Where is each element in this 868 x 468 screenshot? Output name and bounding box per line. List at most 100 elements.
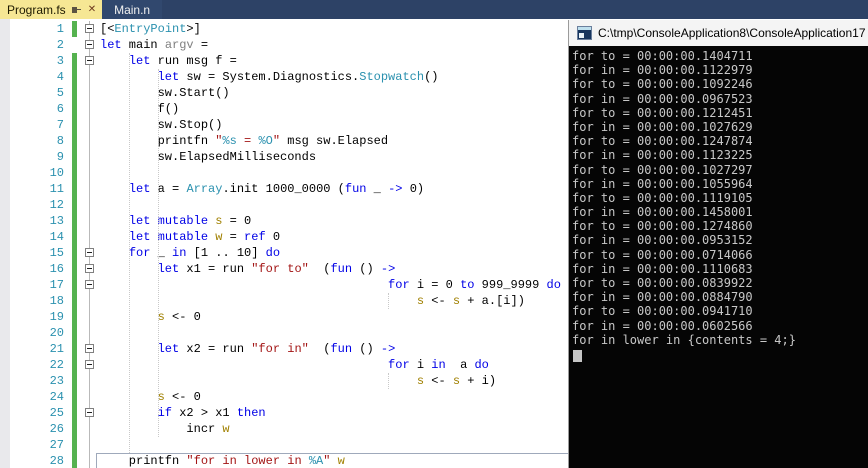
change-bar [72,229,77,245]
change-bar [72,373,77,389]
outline-margin [80,213,100,229]
console-line: for to = 00:00:00.0714066 [572,247,753,262]
console-line: for in = 00:00:00.0602566 [572,318,753,333]
ide-screen: Program.fs ✕ Main.n 1 [<EntryPoint>] 2 let … [0,0,868,468]
line-number: 12 [49,198,64,212]
outline-margin [80,341,100,357]
line-number: 13 [49,214,64,228]
collapse-icon[interactable] [85,408,94,417]
collapse-icon[interactable] [85,40,94,49]
line-number: 18 [49,294,64,308]
outline-margin [80,309,100,325]
line-number: 16 [49,262,64,276]
outline-margin [80,389,100,405]
outline-margin [80,245,100,261]
outline-margin [80,165,100,181]
outline-margin [80,53,100,69]
close-icon[interactable]: ✕ [88,4,96,15]
outline-margin [80,85,100,101]
collapse-icon[interactable] [85,264,94,273]
outline-margin [80,261,100,277]
console-window[interactable]: C:\tmp\ConsoleApplication8\ConsoleApplic… [568,20,868,468]
line-number: 6 [56,102,64,116]
outline-margin [80,101,100,117]
line-number: 11 [49,182,64,196]
outline-margin [80,405,100,421]
outline-margin [80,357,100,373]
console-title-bar[interactable]: C:\tmp\ConsoleApplication8\ConsoleApplic… [569,20,868,46]
tab-program-fs[interactable]: Program.fs ✕ [0,0,103,19]
console-line: for in = 00:00:00.1027629 [572,119,753,134]
change-bar [72,37,77,53]
console-line: for in = 00:00:00.0967523 [572,91,753,106]
console-cursor [573,349,582,362]
collapse-icon[interactable] [85,280,94,289]
outline-margin [80,69,100,85]
line-number: 23 [49,374,64,388]
console-line: for to = 00:00:00.1119105 [572,190,753,205]
outline-margin [80,181,100,197]
outline-margin [80,293,100,309]
console-line: for to = 00:00:00.0941710 [572,304,753,319]
console-line: for to = 00:00:00.1274860 [572,219,753,234]
line-number: 4 [56,70,64,84]
change-bar [72,181,77,197]
pin-icon[interactable] [71,5,82,15]
change-bar [72,277,77,293]
line-number: 20 [49,326,64,340]
line-number: 3 [56,54,64,68]
console-line: for in = 00:00:00.0884790 [572,290,753,305]
console-line: for in = 00:00:00.1055964 [572,176,753,191]
outline-margin [80,277,100,293]
outline-margin [80,453,100,468]
line-number: 17 [49,278,64,292]
tab-label: Program.fs [7,2,66,17]
line-number: 26 [49,422,64,436]
outline-margin [80,21,100,37]
collapse-icon[interactable] [85,360,94,369]
change-bar [72,261,77,277]
line-number: 22 [49,358,64,372]
outline-margin [80,133,100,149]
collapse-icon[interactable] [85,248,94,257]
console-line: for in lower in {contents = 4;} [572,332,796,347]
change-bar [72,357,77,373]
line-number: 8 [56,134,64,148]
change-bar [72,341,77,357]
change-bar [72,405,77,421]
line-number: 24 [49,390,64,404]
tab-bar: Program.fs ✕ Main.n [0,0,868,19]
outline-margin [80,37,100,53]
console-line: for to = 00:00:00.1092246 [572,77,753,92]
outline-margin [80,197,100,213]
line-number: 19 [49,310,64,324]
console-line: for in = 00:00:00.0953152 [572,233,753,248]
outline-margin [80,229,100,245]
change-bar [72,165,77,181]
change-bar [72,421,77,437]
change-bar [72,245,77,261]
change-bar [72,197,77,213]
change-bar [72,21,77,37]
collapse-icon[interactable] [85,56,94,65]
console-line: for in = 00:00:00.1122979 [572,63,753,78]
collapse-icon[interactable] [85,24,94,33]
collapse-icon[interactable] [85,344,94,353]
line-number: 7 [56,118,64,132]
change-bar [72,133,77,149]
console-app-icon [577,26,592,40]
outline-margin [80,149,100,165]
tab-main-n[interactable]: Main.n [102,0,163,19]
change-bar [72,453,77,468]
line-number: 25 [49,406,64,420]
change-bar [72,149,77,165]
line-number: 15 [49,246,64,260]
change-bar [72,85,77,101]
line-number: 9 [56,150,64,164]
change-bar [72,69,77,85]
change-bar [72,389,77,405]
console-line: for to = 00:00:00.1247874 [572,134,753,149]
line-number: 10 [49,166,64,180]
change-bar [72,53,77,69]
outline-margin [80,117,100,133]
